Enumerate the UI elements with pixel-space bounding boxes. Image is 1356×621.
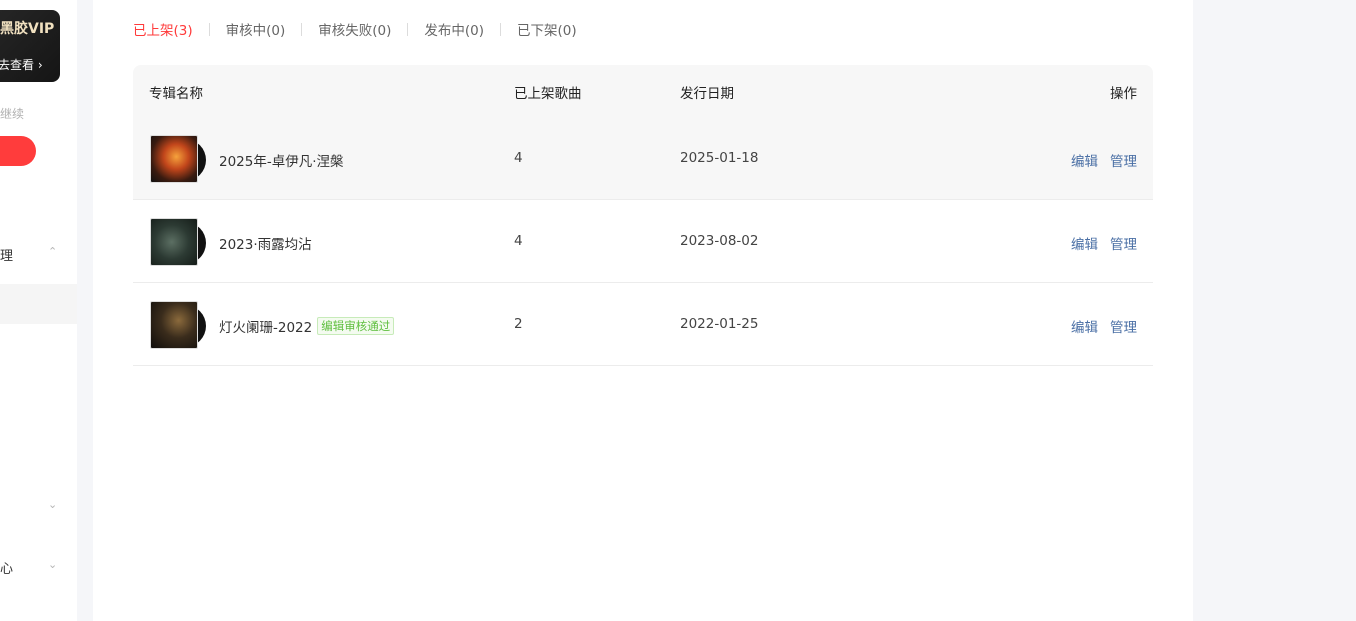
manage-link[interactable]: 管理 (1110, 150, 1137, 170)
sidebar-hint: 继续 (0, 107, 25, 121)
vip-promo-card[interactable]: 黑胶VIP 去查看 › (0, 10, 60, 82)
header-actions: 操作 (1110, 86, 1137, 102)
tab-divider (301, 22, 303, 36)
tab-delisted[interactable]: 已下架(0) (517, 19, 577, 39)
tab-review-failed[interactable]: 审核失败(0) (318, 19, 391, 39)
listed-song-count: 2 (514, 316, 523, 332)
album-title: 2023·雨露均沾 (219, 237, 312, 253)
album-cover-image (150, 301, 198, 349)
chevron-down-icon: ⌄ (48, 498, 58, 511)
table-row[interactable]: 灯火阑珊-2022 编辑审核通过 2 2022-01-25 编辑 管理 (133, 283, 1153, 366)
sidebar-group-label: 理 (0, 249, 14, 264)
edit-link[interactable]: 编辑 (1071, 150, 1098, 170)
release-date: 2025-01-18 (680, 150, 759, 166)
vip-view-link[interactable]: 去查看 › (0, 56, 43, 73)
table-row[interactable]: 2025年-卓伊凡·涅槃 4 2025-01-18 编辑 管理 (133, 117, 1153, 200)
row-actions: 编辑 管理 (1071, 316, 1137, 336)
review-status-badge: 编辑审核通过 (317, 317, 395, 335)
manage-link[interactable]: 管理 (1110, 316, 1137, 336)
table-row[interactable]: 2023·雨露均沾 4 2023-08-02 编辑 管理 (133, 200, 1153, 283)
header-listed-songs: 已上架歌曲 (514, 86, 582, 102)
album-table: 专辑名称 已上架歌曲 发行日期 操作 2025年-卓伊凡·涅槃 4 2025-0… (133, 65, 1153, 366)
tab-divider (407, 22, 409, 36)
sidebar-item-active[interactable] (0, 284, 77, 324)
row-actions: 编辑 管理 (1071, 150, 1137, 170)
header-album-name: 专辑名称 (149, 86, 203, 102)
sidebar-group-manage[interactable]: 理 ⌃ (0, 242, 77, 266)
tab-publishing[interactable]: 发布中(0) (424, 19, 484, 39)
edit-link[interactable]: 编辑 (1071, 316, 1098, 336)
tab-divider (208, 22, 210, 36)
status-tabs: 已上架(3) 审核中(0) 审核失败(0) 发布中(0) 已下架(0) (133, 18, 577, 40)
main-panel: 已上架(3) 审核中(0) 审核失败(0) 发布中(0) 已下架(0) 专辑名称… (93, 0, 1193, 621)
header-release-date: 发行日期 (680, 86, 734, 102)
album-title: 灯火阑珊-2022 (219, 320, 313, 336)
listed-song-count: 4 (514, 233, 523, 249)
table-header: 专辑名称 已上架歌曲 发行日期 操作 (133, 65, 1153, 117)
chevron-up-icon: ⌃ (48, 245, 58, 258)
album-name: 2025年-卓伊凡·涅槃 (219, 150, 344, 170)
album-cover[interactable] (150, 135, 210, 185)
sidebar: 黑胶VIP 去查看 › 继续 理 ⌃ ⌄ 心 ⌄ (0, 0, 77, 621)
row-actions: 编辑 管理 (1071, 233, 1137, 253)
sidebar-primary-button[interactable] (0, 136, 36, 166)
sidebar-group-label: 心 (0, 562, 14, 577)
listed-song-count: 4 (514, 150, 523, 166)
sidebar-group-3[interactable]: 心 ⌄ (0, 555, 77, 579)
album-name: 2023·雨露均沾 (219, 233, 312, 253)
chevron-down-icon: ⌄ (48, 558, 58, 571)
release-date: 2023-08-02 (680, 233, 759, 249)
manage-link[interactable]: 管理 (1110, 233, 1137, 253)
album-cover[interactable] (150, 218, 210, 268)
vip-title: 黑胶VIP (0, 21, 55, 37)
edit-link[interactable]: 编辑 (1071, 233, 1098, 253)
tab-under-review[interactable]: 审核中(0) (226, 19, 286, 39)
release-date: 2022-01-25 (680, 316, 759, 332)
tab-listed[interactable]: 已上架(3) (133, 19, 193, 39)
album-name: 灯火阑珊-2022 编辑审核通过 (219, 316, 395, 336)
album-cover-image (150, 218, 198, 266)
album-cover[interactable] (150, 301, 210, 351)
album-cover-image (150, 135, 198, 183)
album-title: 2025年-卓伊凡·涅槃 (219, 154, 344, 170)
tab-divider (500, 22, 501, 36)
sidebar-group-2[interactable]: ⌄ (0, 495, 77, 519)
